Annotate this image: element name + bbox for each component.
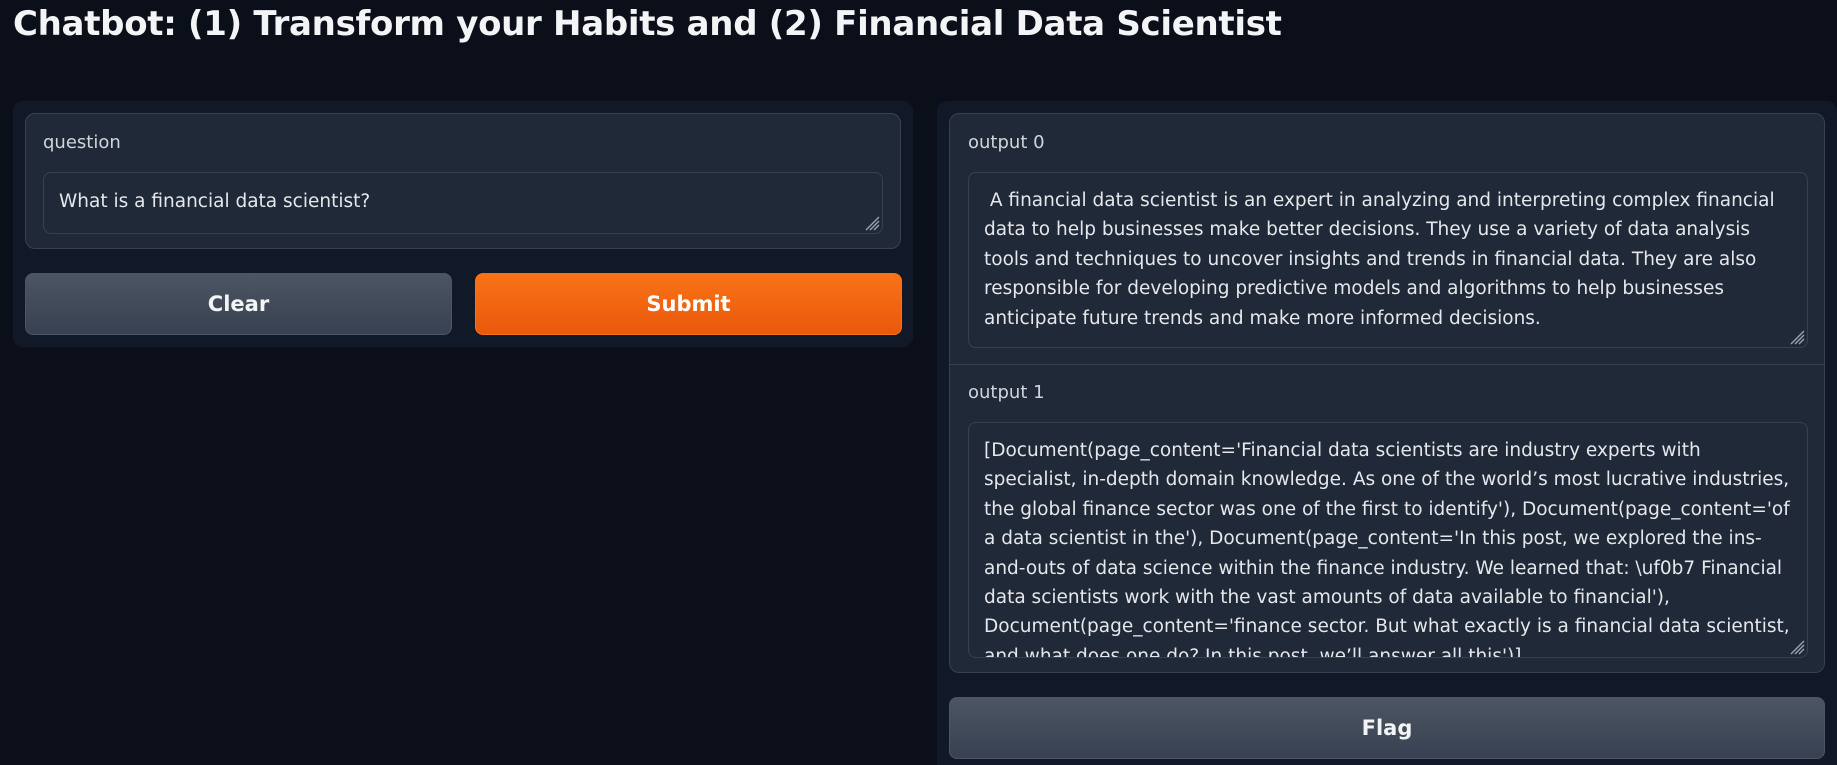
resize-handle-icon[interactable]: [860, 211, 880, 231]
output-divider: [950, 364, 1824, 365]
resize-handle-icon[interactable]: [1785, 635, 1805, 655]
output-1-label: output 1: [968, 382, 1045, 403]
question-label: question: [43, 132, 121, 153]
output-1-textbox[interactable]: [Document(page_content='Financial data s…: [968, 422, 1808, 658]
flag-button[interactable]: Flag: [949, 697, 1825, 759]
page: Chatbot: (1) Transform your Habits and (…: [0, 0, 1837, 765]
input-panel: question What is a financial data scient…: [13, 101, 913, 347]
clear-button[interactable]: Clear: [25, 273, 452, 335]
output-0-textbox[interactable]: A financial data scientist is an expert …: [968, 172, 1808, 348]
question-input[interactable]: What is a financial data scientist?: [43, 172, 883, 234]
output-1-value: [Document(page_content='Financial data s…: [984, 440, 1796, 658]
outputs-block: output 0 A financial data scientist is a…: [949, 113, 1825, 673]
question-input-value: What is a financial data scientist?: [59, 191, 371, 212]
question-block: question What is a financial data scient…: [25, 113, 901, 249]
page-title: Chatbot: (1) Transform your Habits and (…: [13, 4, 1282, 44]
resize-handle-icon[interactable]: [1785, 325, 1805, 345]
output-0-label: output 0: [968, 132, 1045, 153]
output-panel: output 0 A financial data scientist is a…: [937, 101, 1837, 765]
submit-button[interactable]: Submit: [475, 273, 902, 335]
output-0-value: A financial data scientist is an expert …: [984, 190, 1781, 329]
